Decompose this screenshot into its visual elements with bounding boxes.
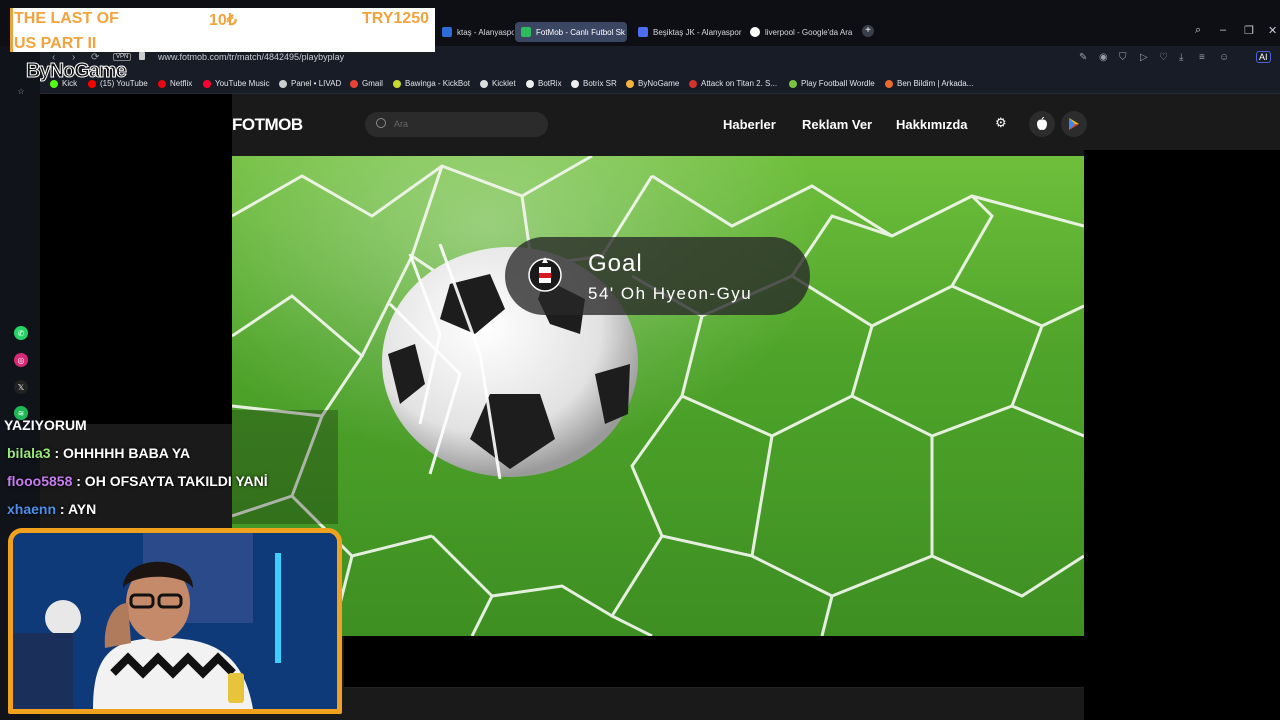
minimize-icon[interactable]: –: [1220, 24, 1226, 36]
camera-icon[interactable]: ◉: [1099, 52, 1108, 63]
goal-net: [232, 156, 1084, 636]
bookmark-panel-livad[interactable]: Panel • LIVAD: [279, 79, 341, 88]
url-field[interactable]: www.fotmob.com/tr/match/4842495/playbypl…: [158, 52, 344, 62]
netflix-icon: [158, 79, 166, 88]
bynogame-icon: [626, 79, 634, 88]
ai-button[interactable]: AI: [1256, 51, 1271, 63]
close-icon[interactable]: ✕: [1268, 24, 1277, 37]
panel-icon: [279, 79, 287, 88]
tab-favicon-icon: [442, 27, 452, 37]
webcam-feed: [13, 533, 337, 709]
bookmark-attack-on-titan[interactable]: Attack on Titan 2. S...: [689, 79, 777, 88]
page-right-margin: [1084, 150, 1280, 720]
edit-icon[interactable]: ✎: [1079, 52, 1087, 63]
nav-hakkimizda[interactable]: Hakkımızda: [896, 117, 968, 132]
google-icon: [750, 27, 760, 37]
google-play-button[interactable]: [1061, 111, 1087, 137]
game-title-line2: US PART II: [14, 35, 97, 52]
menu-icon[interactable]: ≡: [1199, 52, 1205, 63]
tab-label: ktaş - Alanyaspor canl: [457, 27, 514, 37]
tab-label: liverpool - Google'da Ara: [765, 27, 853, 37]
nav-haberler[interactable]: Haberler: [723, 117, 776, 132]
apple-store-button[interactable]: [1029, 111, 1055, 137]
chat-message: xhaenn : AYN: [7, 501, 96, 517]
wordle-icon: [789, 79, 797, 88]
search-input[interactable]: [365, 112, 548, 137]
gmail-icon: [350, 79, 358, 88]
chat-username: bilala3: [7, 445, 51, 461]
game-price-small: 10₺: [209, 12, 237, 29]
heart-icon[interactable]: ♡: [1159, 52, 1168, 63]
search-icon: [376, 118, 386, 128]
tab-label: FotMob - Canlı Futbol Sk: [536, 27, 625, 37]
tab-favicon-icon: [521, 27, 531, 37]
bookmark-gmail[interactable]: Gmail: [350, 79, 383, 88]
apple-icon: [1037, 117, 1047, 130]
nav-reklam-ver[interactable]: Reklam Ver: [802, 117, 872, 132]
chat-username: xhaenn: [7, 501, 57, 517]
chat-header: YAZIYORUM: [4, 417, 87, 433]
chat-message: bilala3 : OHHHHH BABA YA: [7, 445, 190, 461]
search-placeholder: Ara: [394, 119, 409, 129]
restore-icon[interactable]: ❐: [1244, 24, 1254, 37]
webcam-frame: [8, 528, 342, 714]
chat-message: flooo5858 : OH OFSAYTA TAKILDI YANİ: [7, 473, 268, 489]
game-price: TRY1250: [362, 10, 429, 27]
tab-alanyaspor-live[interactable]: ktaş - Alanyaspor canl: [436, 22, 514, 42]
besiktas-crest-icon: [528, 257, 562, 292]
chat-text: : AYN: [56, 501, 97, 517]
botrix-icon: [526, 79, 534, 88]
tab-google-search[interactable]: liverpool - Google'da Ara: [744, 22, 856, 42]
aot-icon: [689, 79, 697, 88]
whatsapp-icon[interactable]: ✆: [14, 326, 28, 340]
fotmob-logo[interactable]: FOTMOB: [232, 115, 303, 135]
bookmark-football-wordle[interactable]: Play Football Wordle: [789, 79, 875, 88]
bookmark-botrix[interactable]: BotRix: [526, 79, 562, 88]
download-icon[interactable]: ⤓: [1179, 52, 1183, 63]
tab-fotmob[interactable]: FotMob - Canlı Futbol Sk: [515, 22, 627, 42]
page-left-margin: [40, 94, 232, 424]
bookmark-youtube-music[interactable]: YouTube Music: [203, 79, 270, 88]
bookmark-bynogame[interactable]: ByNoGame: [626, 79, 679, 88]
tab-label: Beşiktaş JK - Alanyaspor c: [653, 27, 742, 37]
chat-text: : OHHHHH BABA YA: [50, 445, 191, 461]
star-icon[interactable]: ☆: [14, 84, 28, 98]
youtube-music-icon: [203, 79, 211, 88]
chat-text: : OH OFSAYTA TAKILDI YANİ: [72, 473, 268, 489]
search-tabs-icon[interactable]: ⌕: [1195, 24, 1201, 37]
bookmark-netflix[interactable]: Netflix: [158, 79, 192, 88]
bookmark-kicklet[interactable]: Kicklet: [480, 79, 516, 88]
google-play-icon: [1069, 118, 1079, 130]
lock-icon: [139, 52, 145, 60]
goal-video[interactable]: [232, 156, 1084, 636]
player-icon[interactable]: ▷: [1140, 52, 1148, 63]
botrix-sr-icon: [571, 79, 579, 88]
kicklet-icon: [480, 79, 488, 88]
bookmark-ben-bildim[interactable]: Ben Bildim | Arkada...: [885, 79, 973, 88]
bookmark-botrix-sr[interactable]: Botrix SR: [571, 79, 617, 88]
bynogame-logo: ByNoGame: [26, 60, 128, 83]
video-bottom-area: [344, 636, 1084, 688]
gear-icon[interactable]: ⚙: [995, 115, 1007, 131]
tab-favicon-icon: [638, 27, 648, 37]
tab-besiktas[interactable]: Beşiktaş JK - Alanyaspor c: [632, 22, 742, 42]
shield-icon[interactable]: ⛉: [1119, 52, 1127, 63]
x-twitter-icon[interactable]: 𝕏: [14, 380, 28, 394]
kickbot-icon: [393, 79, 401, 88]
profile-icon[interactable]: ☺: [1219, 52, 1229, 63]
goal-scorer: 54' Oh Hyeon-Gyu: [588, 284, 753, 303]
chat-backdrop: [232, 410, 338, 524]
goal-title: Goal: [588, 250, 643, 277]
ben-bildim-icon: [885, 79, 893, 88]
new-tab-button[interactable]: +: [862, 25, 874, 37]
instagram-icon[interactable]: ◎: [14, 353, 28, 367]
bookmark-kickbot[interactable]: Bawinga - KickBot: [393, 79, 470, 88]
chat-username: flooo5858: [7, 473, 73, 489]
game-title-line1: THE LAST OF: [14, 10, 119, 27]
